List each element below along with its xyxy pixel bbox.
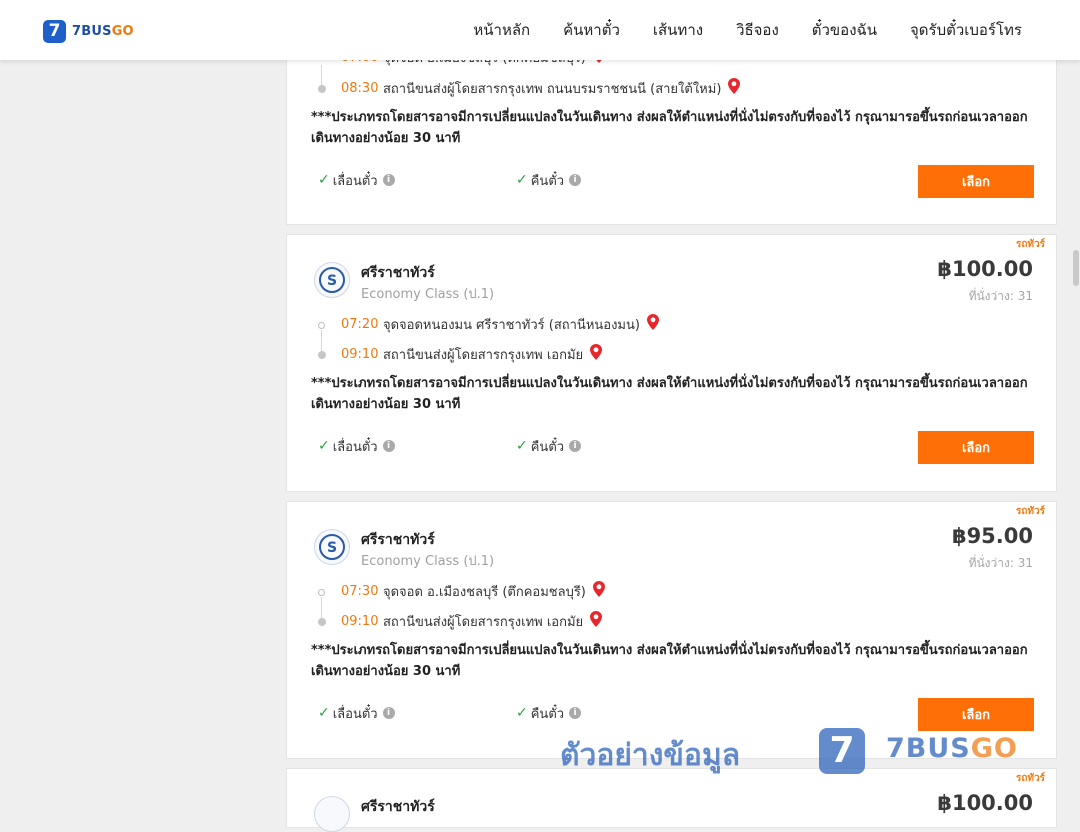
arrival-time: 09:10	[341, 346, 379, 362]
arrival-time: 08:30	[341, 80, 379, 96]
refund-ticket-option: ✓ คืนตั๋ว i	[516, 704, 582, 722]
map-pin-icon[interactable]	[646, 314, 659, 334]
nav-ticket-pickup-points[interactable]: จุดรับตั๋วเบอร์โทร	[910, 18, 1022, 42]
info-icon[interactable]: i	[382, 440, 395, 452]
map-pin-icon[interactable]	[592, 581, 605, 601]
nav-home[interactable]: หน้าหลัก	[473, 18, 530, 42]
arrival-time: 09:10	[341, 613, 379, 629]
watermark-text: ตัวอย่างข้อมูล	[560, 738, 741, 773]
change-ticket-option: ✓ เลื่อนตั๋ว i	[318, 171, 395, 189]
departure-dot	[318, 589, 325, 596]
select-button[interactable]: เลือก	[918, 431, 1034, 464]
info-icon[interactable]: i	[569, 440, 582, 452]
ticket-price: ฿95.00	[951, 524, 1033, 548]
info-icon[interactable]: i	[382, 707, 395, 719]
change-ticket-option: ✓ เลื่อนตั๋ว i	[318, 704, 395, 722]
seat-class: Economy Class (ป.1)	[361, 554, 495, 569]
bus-type-tag: รถทัวร์	[1015, 239, 1045, 250]
trip-card: รถทัวร์ S ศรีราชาทัวร์ Economy Class (ป.…	[286, 234, 1057, 492]
trip-note: ***ประเภทรถโดยสารอาจมีการเปลี่ยนแปลงในวั…	[311, 376, 1028, 412]
check-icon: ✓	[318, 705, 330, 721]
nav-my-tickets[interactable]: ตั๋วของฉัน	[812, 18, 877, 42]
seat-class: Economy Class (ป.1)	[361, 287, 495, 302]
seats-available: ที่นั่งว่าง: 31	[968, 556, 1033, 570]
info-icon[interactable]: i	[569, 707, 582, 719]
departure-time: 07:30	[341, 583, 379, 599]
map-pin-icon[interactable]	[590, 611, 603, 631]
operator-name: ศรีราชาทัวร์	[361, 265, 435, 281]
scrollbar-thumb[interactable]	[1073, 250, 1079, 286]
operator-logo	[314, 796, 350, 832]
operator-name: ศรีราชาทัวร์	[361, 799, 435, 815]
operator-name: ศรีราชาทัวร์	[361, 532, 435, 548]
info-icon[interactable]: i	[382, 174, 395, 186]
svg-text:S: S	[327, 273, 337, 289]
ticket-price: ฿100.00	[937, 257, 1033, 281]
site-logo[interactable]: 7 7BUSGO	[43, 19, 134, 43]
nav-how-to-book[interactable]: วิธีจอง	[736, 18, 779, 42]
departure-stop: 07:30 จุดจอด อ.เมืองชลบุรี (ตึกคอมชลบุรี…	[341, 581, 605, 601]
info-icon[interactable]: i	[569, 174, 582, 186]
watermark-logo-icon: 7	[819, 728, 865, 774]
arrival-place: สถานีขนส่งผู้โดยสารกรุงเทพ เอกมัย	[383, 614, 584, 630]
arrival-place: สถานีขนส่งผู้โดยสารกรุงเทพ ถนนบรมราชชนนี…	[383, 81, 722, 97]
check-icon: ✓	[516, 172, 528, 188]
check-icon: ✓	[516, 705, 528, 721]
check-icon: ✓	[318, 172, 330, 188]
departure-time: 07:20	[341, 316, 379, 332]
check-icon: ✓	[318, 438, 330, 454]
svg-text:S: S	[327, 540, 337, 556]
operator-logo: S	[314, 262, 350, 298]
ticket-price: ฿100.00	[937, 791, 1033, 815]
arrival-stop: 09:10 สถานีขนส่งผู้โดยสารกรุงเทพ เอกมัย	[341, 611, 603, 631]
refund-ticket-option: ✓ คืนตั๋ว i	[516, 437, 582, 455]
select-button[interactable]: เลือก	[918, 698, 1034, 731]
map-pin-icon[interactable]	[590, 344, 603, 364]
operator-logo: S	[314, 529, 350, 565]
trip-note: ***ประเภทรถโดยสารอาจมีการเปลี่ยนแปลงในวั…	[311, 643, 1028, 679]
change-ticket-option: ✓ เลื่อนตั๋ว i	[318, 437, 395, 455]
nav-search-ticket[interactable]: ค้นหาตั๋ว	[563, 18, 620, 42]
main-nav: หน้าหลัก ค้นหาตั๋ว เส้นทาง วิธีจอง ตั๋วข…	[473, 0, 1022, 60]
bus-type-tag: รถทัวร์	[1015, 506, 1045, 517]
trip-note: ***ประเภทรถโดยสารอาจมีการเปลี่ยนแปลงในวั…	[311, 110, 1028, 146]
select-button[interactable]: เลือก	[918, 165, 1034, 198]
arrival-stop: 08:30 สถานีขนส่งผู้โดยสารกรุงเทพ ถนนบรมร…	[341, 78, 741, 98]
departure-place: จุดจอดหนองมน ศรีราชาทัวร์ (สถานีหนองมน)	[383, 317, 640, 333]
refund-ticket-option: ✓ คืนตั๋ว i	[516, 171, 582, 189]
departure-place: จุดจอด อ.เมืองชลบุรี (ตึกคอมชลบุรี)	[383, 584, 586, 600]
map-pin-icon[interactable]	[728, 78, 741, 98]
watermark-brand: 7BUSGO	[886, 733, 1018, 764]
logo-wordmark: 7BUSGO	[72, 23, 134, 39]
arrival-dot	[318, 618, 326, 626]
page-scrollbar[interactable]	[1072, 60, 1080, 800]
trip-card: รถทัวร์ S ศรีราชาทัวร์ Economy Class (ป.…	[286, 501, 1057, 759]
arrival-dot	[318, 351, 326, 359]
top-header: 7 7BUSGO หน้าหลัก ค้นหาตั๋ว เส้นทาง วิธี…	[0, 0, 1080, 60]
logo-icon: 7	[43, 19, 66, 43]
departure-stop: 07:20 จุดจอดหนองมน ศรีราชาทัวร์ (สถานีหน…	[341, 314, 659, 334]
nav-routes[interactable]: เส้นทาง	[653, 18, 703, 42]
bus-type-tag: รถทัวร์	[1015, 773, 1045, 784]
arrival-place: สถานีขนส่งผู้โดยสารกรุงเทพ เอกมัย	[383, 347, 584, 363]
seats-available: ที่นั่งว่าง: 31	[968, 289, 1033, 303]
arrival-stop: 09:10 สถานีขนส่งผู้โดยสารกรุงเทพ เอกมัย	[341, 344, 603, 364]
check-icon: ✓	[516, 438, 528, 454]
departure-dot	[318, 322, 325, 329]
arrival-dot	[318, 85, 326, 93]
